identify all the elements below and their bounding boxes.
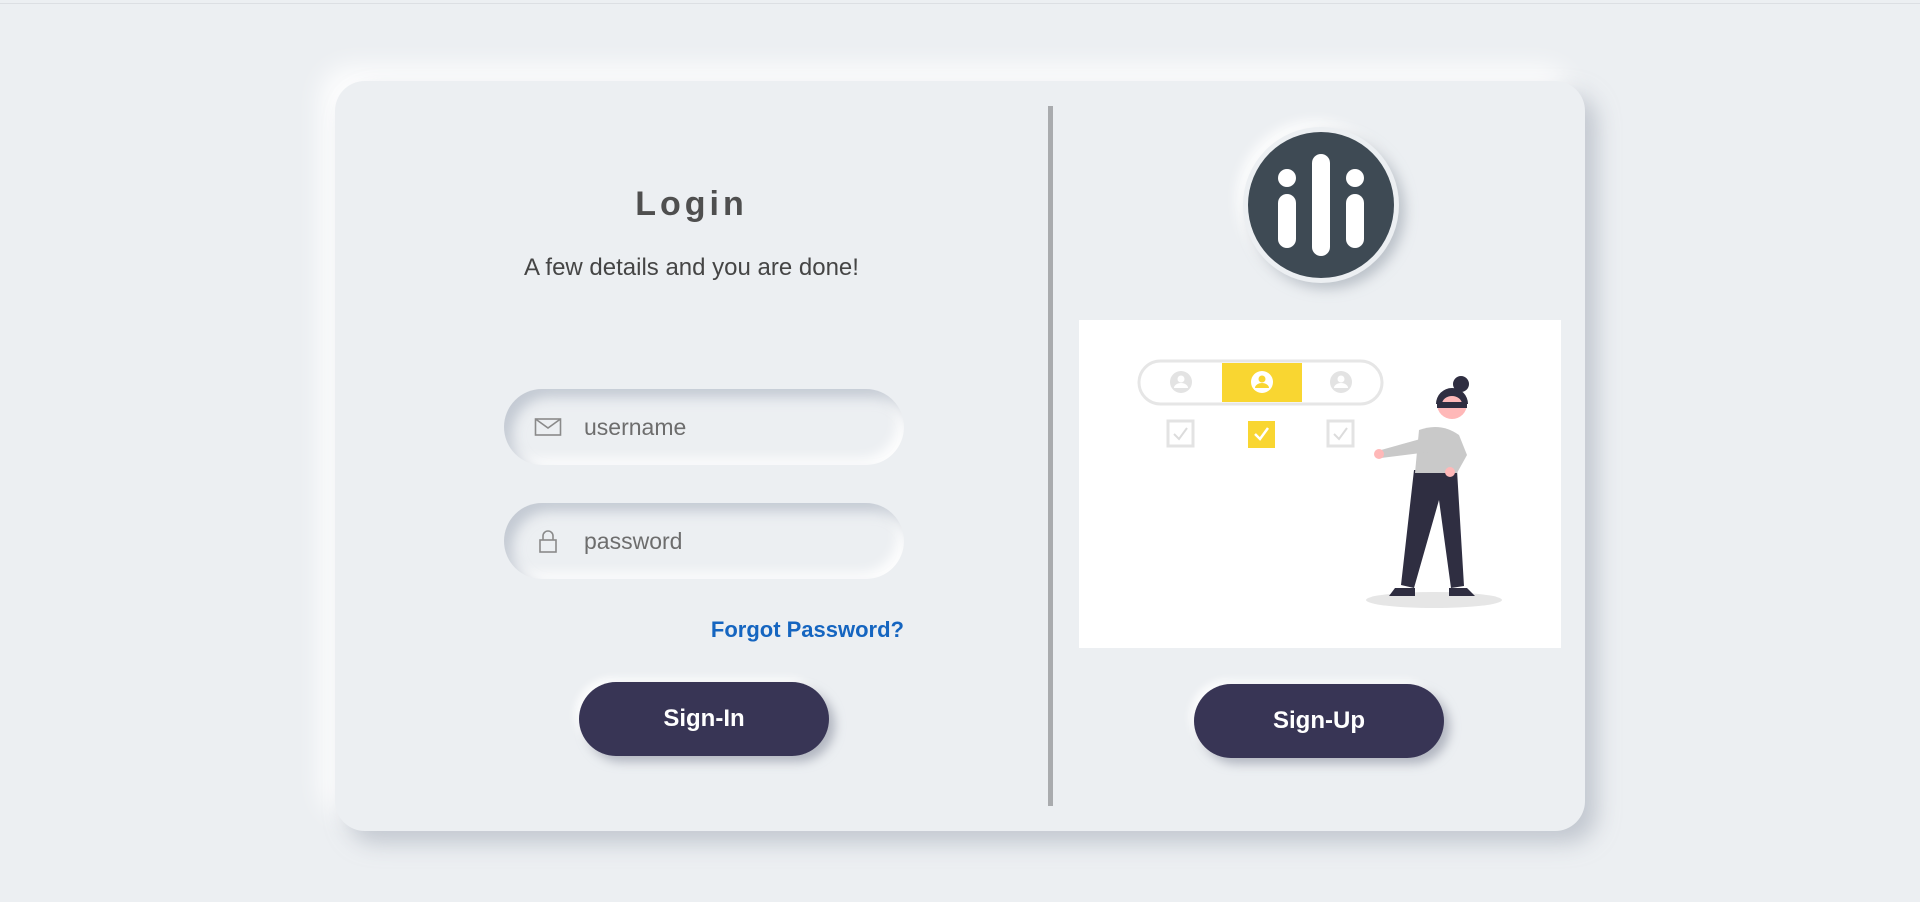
login-title: Login (635, 185, 748, 223)
logo-badge (1243, 127, 1399, 283)
password-field[interactable]: password (504, 503, 904, 579)
sign-in-button[interactable]: Sign-In (579, 682, 829, 756)
signup-illustration (1079, 320, 1561, 648)
forgot-password-link[interactable]: Forgot Password? (704, 617, 904, 643)
signup-panel: Sign-Up (1053, 81, 1585, 831)
top-rule (0, 0, 1920, 4)
auth-card: Login A few details and you are done! us… (335, 81, 1585, 831)
sign-up-button[interactable]: Sign-Up (1194, 684, 1444, 758)
password-placeholder: password (584, 528, 683, 554)
login-subtitle: A few details and you are done! (524, 254, 859, 281)
lock-icon (534, 529, 562, 553)
envelope-icon (534, 415, 562, 439)
username-placeholder: username (584, 414, 687, 440)
login-panel: Login A few details and you are done! us… (335, 81, 1048, 831)
ili-logo-icon (1248, 132, 1394, 278)
username-field[interactable]: username (504, 389, 904, 465)
